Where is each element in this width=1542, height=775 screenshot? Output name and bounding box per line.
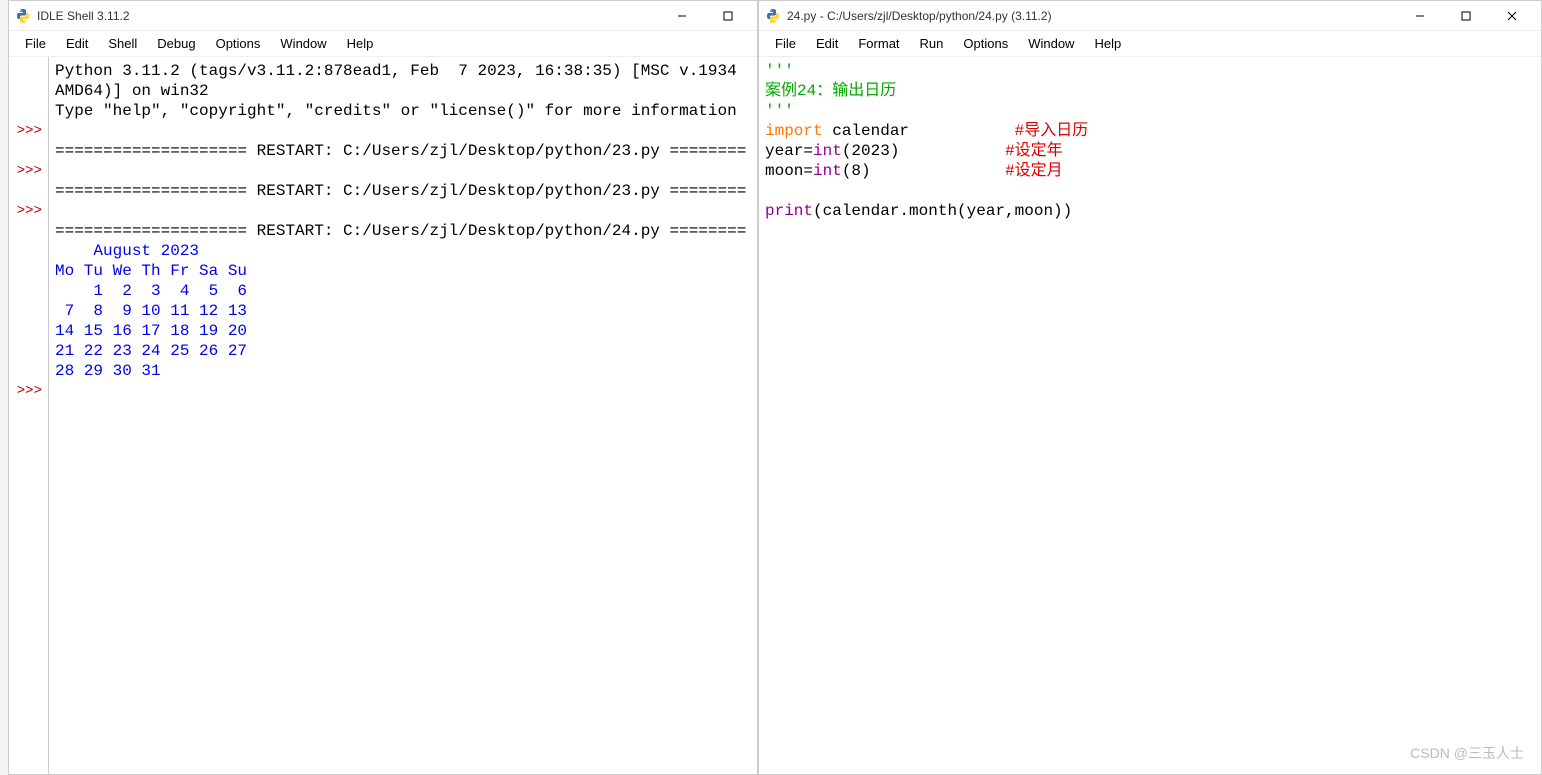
minimize-button[interactable] [659, 1, 705, 31]
assign-year: year= [765, 142, 813, 160]
menu-help[interactable]: Help [337, 33, 384, 54]
menu-help[interactable]: Help [1084, 33, 1131, 54]
calendar-row: 14 15 16 17 18 19 20 [55, 322, 247, 340]
menu-format[interactable]: Format [848, 33, 909, 54]
shell-window-controls [659, 1, 751, 31]
menu-edit[interactable]: Edit [806, 33, 848, 54]
docstring-body: 案例24：输出日历 [765, 82, 896, 100]
docstring-close: ''' [765, 102, 794, 120]
idle-editor-window: 24.py - C:/Users/zjl/Desktop/python/24.p… [758, 0, 1542, 775]
calendar-row: 1 2 3 4 5 6 [55, 282, 247, 300]
shell-intro-line: AMD64)] on win32 [55, 82, 209, 100]
menu-file[interactable]: File [15, 33, 56, 54]
module-name: calendar [823, 122, 909, 140]
editor-menubar: File Edit Format Run Options Window Help [759, 31, 1541, 57]
comment-year: #设定年 [1005, 142, 1063, 160]
comment-moon: #设定月 [1005, 162, 1063, 180]
docstring-open: ''' [765, 62, 794, 80]
menu-options[interactable]: Options [953, 33, 1018, 54]
shell-prompt-gutter: >>> >>> >>> >>> [9, 57, 49, 774]
keyword-import: import [765, 122, 823, 140]
calendar-title: August 2023 [55, 242, 199, 260]
prompt-indicator: >>> [11, 381, 46, 401]
prompt-indicator: >>> [11, 201, 46, 221]
print-args: (calendar.month(year,moon)) [813, 202, 1072, 220]
editor-titlebar[interactable]: 24.py - C:/Users/zjl/Desktop/python/24.p… [759, 1, 1541, 31]
menu-edit[interactable]: Edit [56, 33, 98, 54]
builtin-int: int [813, 162, 842, 180]
assign-moon: moon= [765, 162, 813, 180]
builtin-int: int [813, 142, 842, 160]
comment-import: #导入日历 [1015, 122, 1089, 140]
maximize-button[interactable] [1443, 1, 1489, 31]
menu-run[interactable]: Run [910, 33, 954, 54]
shell-output-area[interactable]: Python 3.11.2 (tags/v3.11.2:878ead1, Feb… [49, 57, 757, 774]
shell-intro-line: Python 3.11.2 (tags/v3.11.2:878ead1, Feb… [55, 62, 737, 80]
python-icon [765, 8, 781, 24]
restart-banner: ==================== RESTART: C:/Users/z… [55, 222, 746, 240]
restart-banner: ==================== RESTART: C:/Users/z… [55, 182, 746, 200]
menu-file[interactable]: File [765, 33, 806, 54]
maximize-button[interactable] [705, 1, 751, 31]
shell-intro-line: Type "help", "copyright", "credits" or "… [55, 102, 737, 120]
menu-options[interactable]: Options [206, 33, 271, 54]
calendar-header: Mo Tu We Th Fr Sa Su [55, 262, 247, 280]
menu-debug[interactable]: Debug [147, 33, 205, 54]
python-icon [15, 8, 31, 24]
desktop-left-strip [0, 0, 8, 775]
menu-window[interactable]: Window [270, 33, 336, 54]
restart-banner: ==================== RESTART: C:/Users/z… [55, 142, 746, 160]
editor-title-text: 24.py - C:/Users/zjl/Desktop/python/24.p… [787, 9, 1052, 23]
shell-body: >>> >>> >>> >>> Python 3.11.2 (tags/v3.1… [9, 57, 757, 774]
idle-shell-window: IDLE Shell 3.11.2 File Edit Shell Debug … [8, 0, 758, 775]
calendar-row: 7 8 9 10 11 12 13 [55, 302, 247, 320]
builtin-print: print [765, 202, 813, 220]
prompt-indicator: >>> [11, 121, 46, 141]
minimize-button[interactable] [1397, 1, 1443, 31]
shell-title-text: IDLE Shell 3.11.2 [37, 9, 130, 23]
editor-window-controls [1397, 1, 1535, 31]
shell-menubar: File Edit Shell Debug Options Window Hel… [9, 31, 757, 57]
menu-shell[interactable]: Shell [98, 33, 147, 54]
calendar-row: 28 29 30 31 [55, 362, 161, 380]
calendar-row: 21 22 23 24 25 26 27 [55, 342, 247, 360]
shell-titlebar[interactable]: IDLE Shell 3.11.2 [9, 1, 757, 31]
menu-window[interactable]: Window [1018, 33, 1084, 54]
prompt-indicator: >>> [11, 161, 46, 181]
editor-code-area[interactable]: ''' 案例24：输出日历 ''' import calendar #导入日历 … [759, 57, 1541, 774]
close-button[interactable] [1489, 1, 1535, 31]
editor-body: ''' 案例24：输出日历 ''' import calendar #导入日历 … [759, 57, 1541, 774]
